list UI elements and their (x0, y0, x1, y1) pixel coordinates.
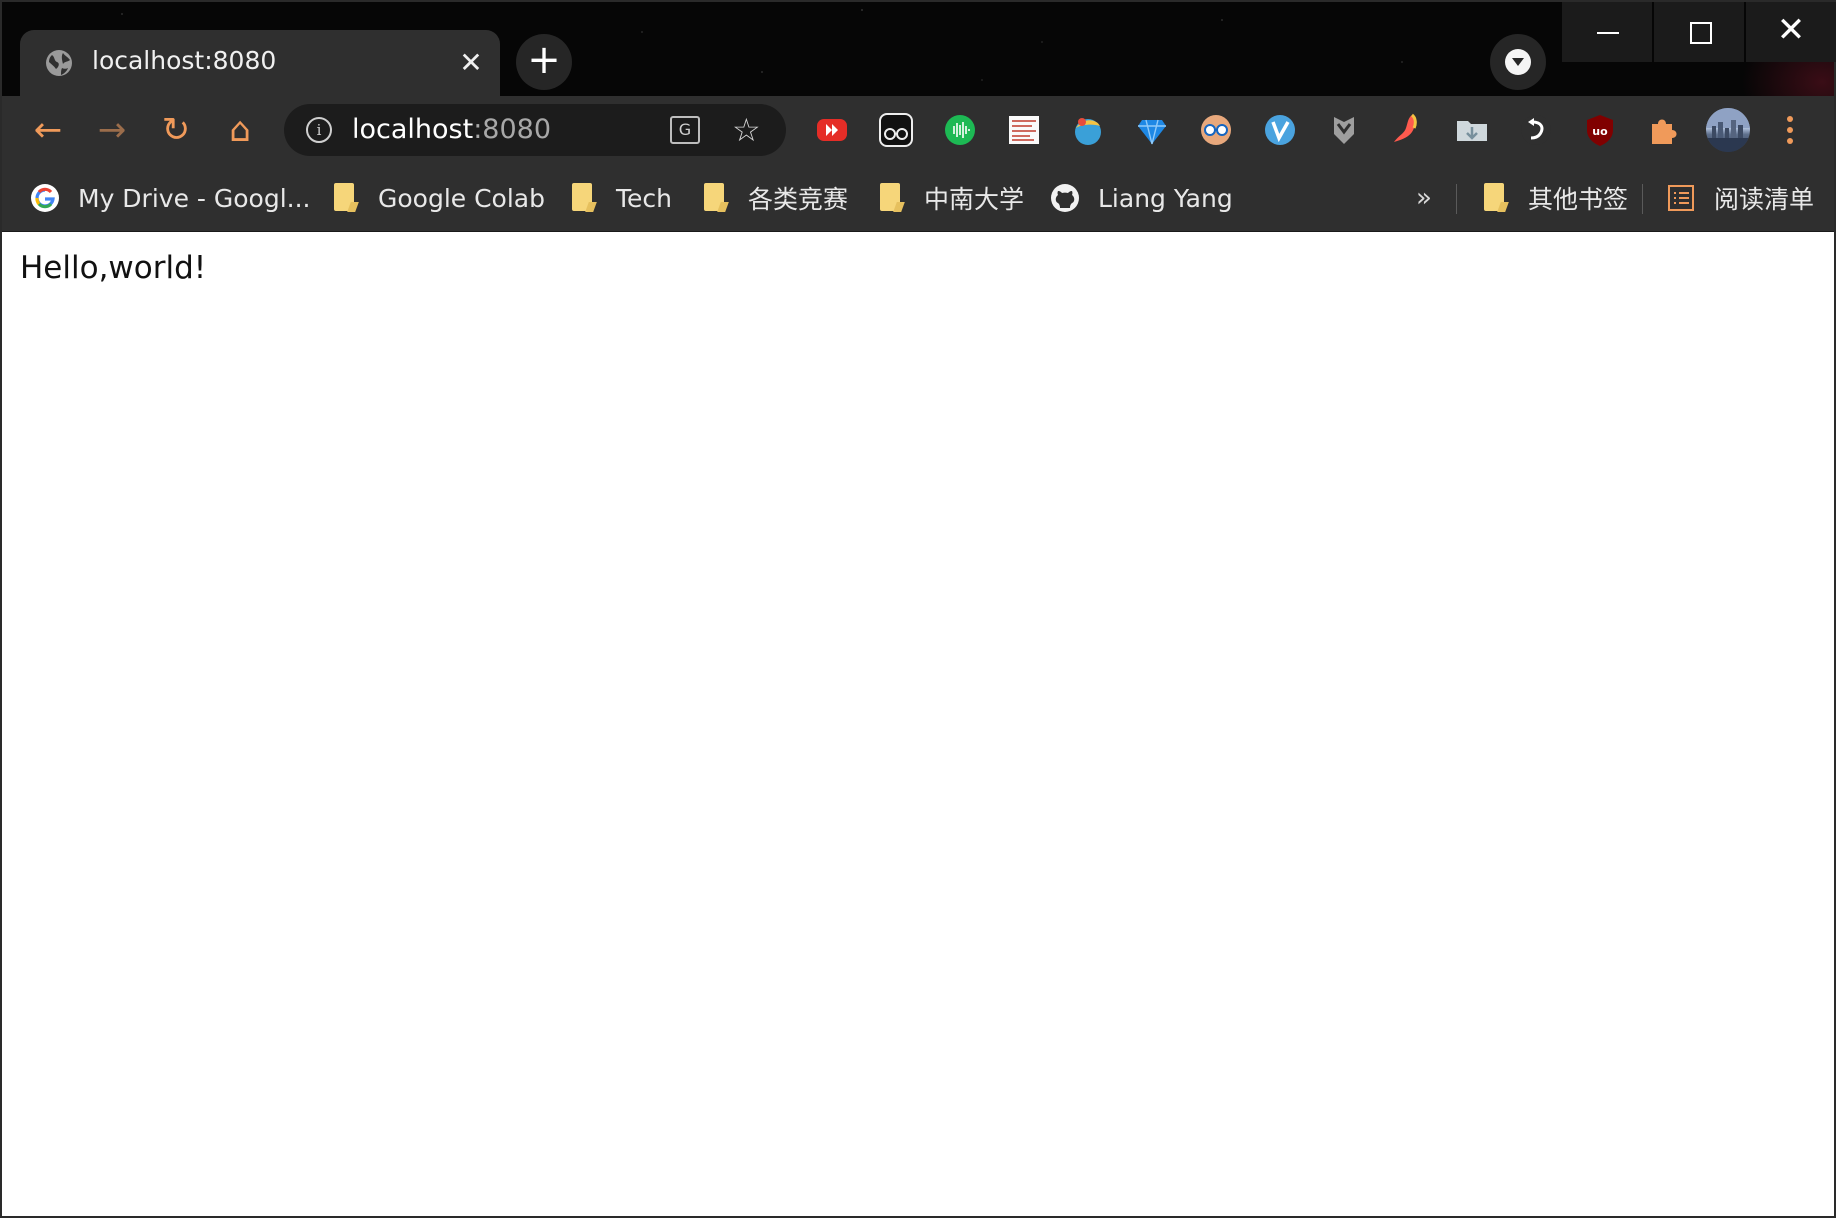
chevron-down-icon (1505, 49, 1531, 75)
page-content: Hello,world! (2, 232, 1834, 1216)
shield-icon[interactable] (1326, 112, 1362, 148)
close-icon: ✕ (1776, 10, 1806, 50)
divider (1456, 184, 1457, 214)
bookmark-label: Google Colab (378, 183, 545, 213)
reading-list-icon (1666, 183, 1696, 213)
ublock-icon[interactable]: uo (1582, 112, 1618, 148)
bookmark-other-bookmarks[interactable]: 其他书签 (1480, 176, 1628, 220)
back-button[interactable]: ← (24, 106, 72, 154)
bookmarks-overflow-button[interactable]: » (1416, 176, 1432, 220)
new-tab-button[interactable]: + (516, 34, 572, 90)
globe-icon (44, 48, 74, 78)
svg-text:uo: uo (1592, 125, 1608, 138)
bookmark-competitions[interactable]: 各类竞赛 (700, 176, 848, 220)
bookmark-label: Liang Yang (1098, 183, 1233, 213)
url-host: localhost (352, 114, 474, 145)
tab-close-button[interactable]: ✕ (454, 46, 488, 80)
translate-icon[interactable]: G (670, 116, 700, 144)
bookmark-label: 各类竞赛 (748, 185, 849, 214)
v-icon[interactable] (1262, 112, 1298, 148)
bookmark-label: 其他书签 (1528, 185, 1629, 214)
address-url[interactable]: localhost:8080 (352, 114, 551, 145)
minimize-button[interactable] (1562, 2, 1652, 62)
bookmark-label: 中南大学 (924, 185, 1025, 214)
bookmark-liang-yang[interactable]: Liang Yang (1050, 176, 1233, 220)
tab-active[interactable]: localhost:8080 ✕ (20, 30, 500, 96)
divider (1642, 184, 1643, 214)
minimize-icon (1597, 32, 1619, 34)
forward-button[interactable]: → (88, 106, 136, 154)
bookmark-label: 阅读清单 (1714, 185, 1815, 214)
url-port: :8080 (473, 114, 552, 145)
bookmark-label: Tech (616, 183, 672, 213)
toolbar: ← → ↻ ⌂ i localhost:8080 G ☆ uo (2, 96, 1834, 164)
bookmark-star-icon[interactable]: ☆ (732, 110, 761, 150)
folder-icon (568, 183, 598, 213)
github-icon (1050, 183, 1080, 213)
boot-icon[interactable] (1390, 112, 1426, 148)
avatar[interactable] (1706, 108, 1750, 152)
tab-strip: localhost:8080 ✕ + ✕ (2, 2, 1836, 96)
puzzle-icon[interactable] (1646, 112, 1682, 148)
audio-wave-icon[interactable] (942, 112, 978, 148)
reload-button[interactable]: ↻ (152, 106, 200, 154)
reading-list-button[interactable]: 阅读清单 (1666, 176, 1814, 220)
address-bar[interactable]: i localhost:8080 G ☆ (284, 104, 786, 156)
maximize-icon (1690, 22, 1712, 44)
maximize-button[interactable] (1654, 2, 1744, 62)
turn-arrow-icon[interactable] (1518, 112, 1554, 148)
page-text: Hello,world! (20, 250, 207, 286)
folder-icon (330, 183, 360, 213)
tab-title: localhost:8080 (92, 46, 277, 75)
ball-icon[interactable] (1070, 112, 1106, 148)
bookmarks-bar: My Drive - Googl... Google Colab Tech 各类… (2, 164, 1834, 232)
close-window-button[interactable]: ✕ (1746, 2, 1836, 62)
menu-dots-icon[interactable] (1780, 110, 1800, 150)
folder-download-icon[interactable] (1454, 112, 1490, 148)
folder-icon (876, 183, 906, 213)
bookmark-csu[interactable]: 中南大学 (876, 176, 1024, 220)
browser-window: localhost:8080 ✕ + ✕ ← → ↻ ⌂ i localhost… (0, 0, 1836, 1218)
bookmark-tech[interactable]: Tech (568, 176, 672, 220)
glasses-icon[interactable] (1198, 112, 1234, 148)
info-icon[interactable]: i (306, 117, 332, 143)
gem-icon[interactable] (1134, 112, 1170, 148)
tab-search-button[interactable] (1490, 34, 1546, 90)
folder-icon (1480, 183, 1510, 213)
document-icon[interactable] (1006, 112, 1042, 148)
google-icon (30, 183, 60, 213)
youtube-icon[interactable] (814, 112, 850, 148)
bookmark-my-drive[interactable]: My Drive - Googl... (30, 176, 311, 220)
home-button[interactable]: ⌂ (216, 106, 264, 154)
owl-icon[interactable] (878, 112, 914, 148)
bookmark-google-colab[interactable]: Google Colab (330, 176, 545, 220)
bookmark-label: My Drive - Googl... (78, 183, 311, 213)
folder-icon (700, 183, 730, 213)
